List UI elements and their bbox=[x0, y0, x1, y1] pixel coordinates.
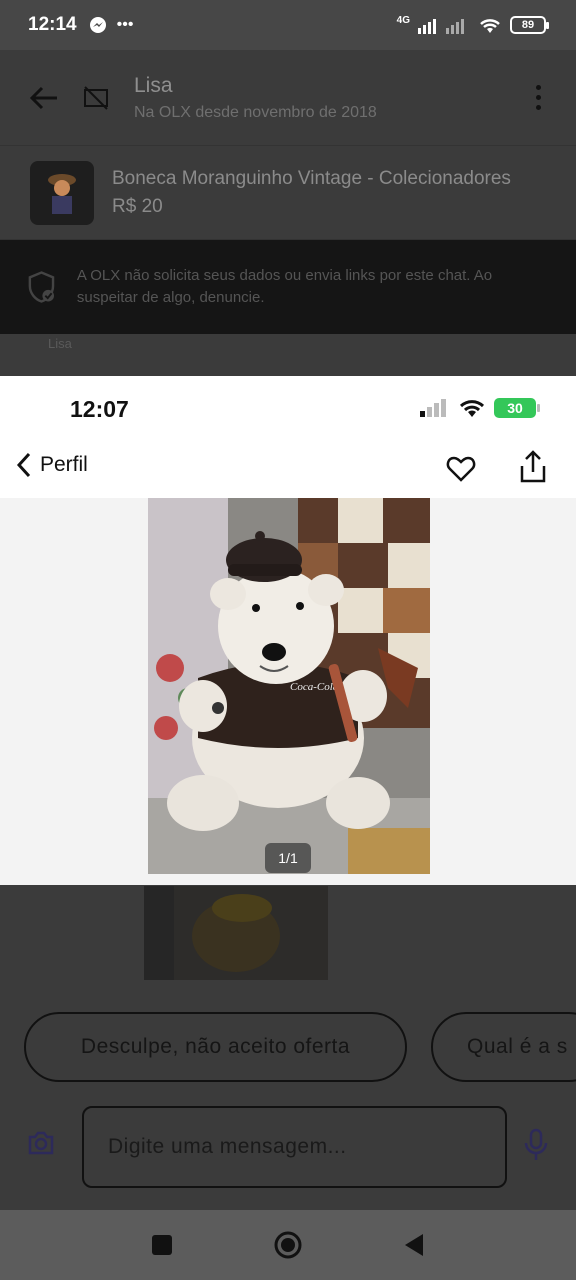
product-photo[interactable]: Coca-Cola bbox=[148, 498, 430, 874]
recents-button[interactable] bbox=[142, 1225, 182, 1265]
wifi-icon bbox=[480, 19, 500, 33]
contact-since: Na OLX desde novembro de 2018 bbox=[134, 103, 377, 121]
system-nav-bar bbox=[0, 1210, 576, 1280]
network-type: 4G bbox=[396, 14, 410, 26]
back-arrow-icon bbox=[29, 86, 57, 109]
mic-icon[interactable] bbox=[522, 1128, 550, 1162]
safety-notice: A OLX não solicita seus dados ou envia l… bbox=[0, 240, 576, 334]
contact-info[interactable]: Lisa Na OLX desde novembro de 2018 bbox=[134, 74, 526, 122]
photo-viewer: 12:07 30 Perfil Coca-Cola 1/1 bbox=[0, 376, 576, 885]
contact-name: Lisa bbox=[134, 73, 173, 97]
quick-reply-chip[interactable]: Qual é a s bbox=[431, 1012, 576, 1082]
home-button[interactable] bbox=[268, 1225, 308, 1265]
back-nav-button[interactable] bbox=[394, 1225, 434, 1265]
heart-icon[interactable] bbox=[446, 454, 476, 484]
product-title: Boneca Moranguinho Vintage - Colecionado… bbox=[112, 167, 511, 189]
message-composer bbox=[0, 1106, 576, 1188]
quick-replies: Desculpe, não aceito oferta Qual é a s bbox=[24, 1012, 576, 1082]
image-counter: 1/1 bbox=[265, 843, 311, 873]
safety-notice-text: A OLX não solicita seus dados ou envia l… bbox=[76, 266, 493, 307]
viewer-status-bar: 12:07 30 bbox=[0, 376, 576, 440]
viewer-nav: Perfil bbox=[0, 440, 576, 498]
more-dots-icon: ••• bbox=[116, 16, 134, 33]
coca-cola-logo: Coca-Cola bbox=[290, 681, 339, 693]
triangle-back-icon bbox=[405, 1234, 423, 1256]
viewer-battery: 30 bbox=[494, 398, 540, 418]
product-price: R$ 20 bbox=[112, 195, 163, 217]
square-icon bbox=[152, 1235, 172, 1255]
status-bar: 12:14 ••• 4G 89 bbox=[0, 0, 576, 50]
shield-check-icon bbox=[28, 271, 55, 303]
circle-icon bbox=[274, 1231, 302, 1259]
message-input[interactable] bbox=[82, 1106, 507, 1188]
signal-icon bbox=[418, 19, 464, 34]
battery-indicator: 89 bbox=[510, 16, 549, 34]
chat-header: Lisa Na OLX desde novembro de 2018 bbox=[0, 50, 576, 146]
status-time: 12:14 bbox=[28, 14, 77, 35]
camera-icon[interactable] bbox=[26, 1128, 56, 1158]
product-card[interactable]: Boneca Moranguinho Vintage - Colecionado… bbox=[0, 146, 576, 240]
viewer-time: 12:07 bbox=[70, 396, 129, 422]
chevron-left-icon bbox=[16, 452, 31, 478]
no-image-icon bbox=[84, 85, 108, 110]
wifi-icon bbox=[459, 400, 485, 417]
share-icon[interactable] bbox=[518, 450, 548, 484]
quick-reply-chip[interactable]: Desculpe, não aceito oferta bbox=[24, 1012, 407, 1082]
messenger-icon bbox=[89, 17, 106, 33]
more-vert-icon[interactable] bbox=[526, 85, 550, 110]
message-author: Lisa bbox=[48, 336, 72, 351]
message-photo[interactable] bbox=[144, 886, 328, 980]
back-button[interactable] bbox=[26, 80, 62, 116]
viewer-back-button[interactable]: Perfil bbox=[16, 452, 88, 478]
product-thumbnail bbox=[30, 160, 94, 225]
signal-icon bbox=[420, 399, 446, 417]
viewer-back-label: Perfil bbox=[40, 453, 88, 476]
